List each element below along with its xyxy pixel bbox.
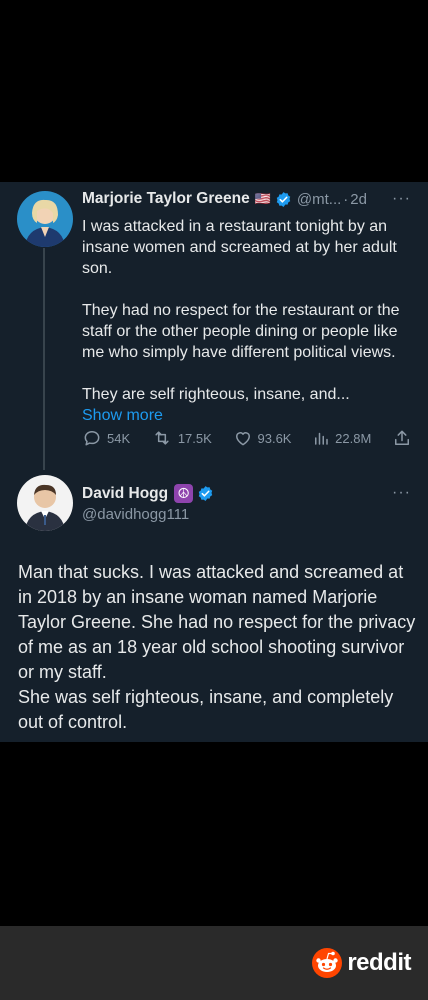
tweet2-handle[interactable]: @davidhogg111 (82, 506, 189, 523)
tweet1-handle[interactable]: @mt... (297, 191, 341, 208)
like-count: 93.6K (257, 430, 292, 446)
avatar-david-hogg[interactable] (17, 475, 73, 531)
show-more-link[interactable]: Show more (82, 405, 416, 426)
tweet1-time[interactable]: 2d (350, 191, 367, 208)
verified-badge-icon (275, 191, 292, 208)
peace-sign-icon: ☮ (174, 484, 194, 503)
tweet1-separator: · (343, 190, 349, 208)
retweet-count: 17.5K (177, 430, 212, 446)
tweet2-more-options-icon[interactable]: ··· (392, 484, 411, 502)
retweet-icon (155, 431, 169, 445)
tweet1-header: Marjorie Taylor Greene 🇺🇸 @mt... · 2d (82, 190, 367, 208)
tweet2-header: David Hogg ☮ (82, 484, 214, 503)
retweet-button[interactable]: 17.5K (151, 428, 212, 448)
share-icon (395, 430, 409, 445)
reddit-watermark: reddit (311, 947, 411, 979)
views-count: 22.8M (335, 430, 372, 446)
avatar-marjorie-taylor-greene[interactable] (17, 191, 73, 247)
tweet1-author-name[interactable]: Marjorie Taylor Greene (82, 190, 250, 208)
tweet1-paragraph: I was attacked in a restaurant tonight b… (82, 218, 397, 277)
tweet2-line: Man that sucks. I was attacked and screa… (18, 562, 416, 682)
verified-badge-icon (197, 485, 214, 502)
tweet1-body: I was attacked in a restaurant tonight b… (82, 216, 416, 426)
tweet2-author-name[interactable]: David Hogg (82, 485, 168, 503)
tweet1-more-options-icon[interactable]: ··· (392, 190, 411, 208)
tweet2-body: Man that sucks. I was attacked and screa… (18, 560, 418, 735)
tweet1-action-bar: 54K 17.5K 93.6K 22.8M (82, 428, 412, 448)
heart-icon (235, 432, 250, 446)
thread-connector-line (43, 248, 45, 470)
us-flag-icon: 🇺🇸 (254, 191, 271, 206)
like-button[interactable]: 93.6K (233, 428, 292, 448)
views-chart-icon (315, 432, 328, 445)
tweet1-paragraph: They are self righteous, insane, and... (82, 386, 350, 403)
tweet1-paragraph: They had no respect for the restaurant o… (82, 302, 400, 361)
reply-button[interactable]: 54K (82, 428, 130, 448)
reddit-snoo-icon (312, 948, 343, 978)
reply-count: 54K (107, 430, 131, 446)
views-button[interactable]: 22.8M (312, 429, 371, 447)
share-button[interactable] (392, 428, 412, 448)
reply-icon (84, 431, 100, 446)
tweet2-line: She was self righteous, insane, and comp… (18, 687, 394, 732)
reddit-wordmark: reddit (347, 949, 411, 976)
